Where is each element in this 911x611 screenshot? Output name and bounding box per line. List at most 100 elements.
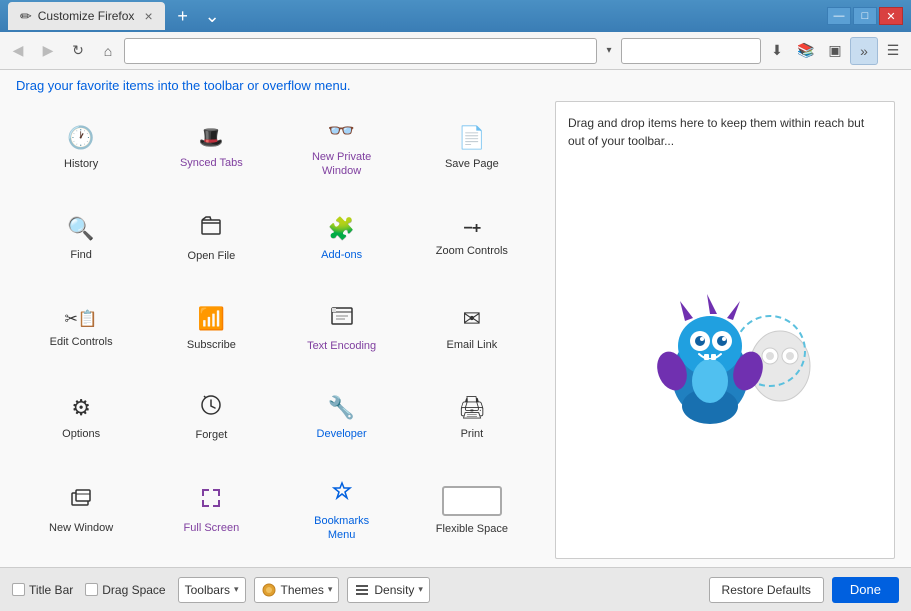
text-encoding-icon bbox=[331, 305, 353, 333]
home-button[interactable]: ⌂ bbox=[94, 37, 122, 65]
grid-item-edit-controls[interactable]: ✂📋 Edit Controls bbox=[16, 284, 146, 373]
instruction-text: Drag your favorite items into the toolba… bbox=[16, 78, 351, 93]
menu-button[interactable]: ☰ bbox=[879, 37, 907, 65]
themes-label: Themes bbox=[281, 583, 324, 597]
themes-dropdown[interactable]: Themes ▾ bbox=[254, 577, 340, 603]
density-label: Density bbox=[374, 583, 414, 597]
grid-item-zoom-controls[interactable]: −+ Zoom Controls bbox=[407, 195, 537, 284]
history-icon: 🕐 bbox=[67, 125, 94, 151]
grid-item-history[interactable]: 🕐 History bbox=[16, 101, 146, 195]
downloads-button[interactable]: ⬇ bbox=[763, 37, 791, 65]
grid-item-save-page[interactable]: 📄 Save Page bbox=[407, 101, 537, 195]
title-bar-label: Title Bar bbox=[29, 583, 73, 597]
add-ons-icon: 🧩 bbox=[328, 216, 355, 242]
edit-controls-label: Edit Controls bbox=[50, 335, 113, 349]
bookmarks-menu-label: BookmarksMenu bbox=[314, 514, 369, 543]
open-file-icon bbox=[200, 215, 222, 243]
add-ons-label: Add-ons bbox=[321, 248, 362, 262]
flexible-space-label: Flexible Space bbox=[436, 522, 508, 536]
find-label: Find bbox=[70, 248, 91, 262]
drag-space-checkbox-group: Drag Space bbox=[85, 583, 165, 597]
restore-defaults-button[interactable]: Restore Defaults bbox=[709, 577, 824, 603]
grid-item-open-file[interactable]: Open File bbox=[146, 195, 276, 284]
new-private-window-icon: 👓 bbox=[328, 118, 355, 144]
title-bar-checkbox[interactable] bbox=[12, 583, 25, 596]
search-input[interactable] bbox=[621, 38, 761, 64]
new-window-icon bbox=[70, 487, 92, 515]
items-grid: 🕐 History 🎩 Synced Tabs 👓 New PrivateWin… bbox=[16, 101, 539, 559]
done-button[interactable]: Done bbox=[832, 577, 899, 603]
bottom-bar: Title Bar Drag Space Toolbars ▾ Themes ▾… bbox=[0, 567, 911, 611]
close-button[interactable]: ✕ bbox=[879, 7, 903, 25]
developer-icon: 🔧 bbox=[328, 395, 355, 421]
customize-header: Drag your favorite items into the toolba… bbox=[0, 70, 911, 101]
overflow-button[interactable]: » bbox=[850, 37, 878, 65]
title-bar-checkbox-group: Title Bar bbox=[12, 583, 73, 597]
search-container: 🔍 bbox=[621, 38, 761, 64]
themes-icon bbox=[261, 582, 277, 598]
email-link-icon: ✉ bbox=[463, 306, 481, 332]
refresh-button[interactable]: ↻ bbox=[64, 37, 92, 65]
tab-dropdown-button[interactable]: ⌄ bbox=[205, 6, 220, 27]
back-button[interactable]: ◀ bbox=[4, 37, 32, 65]
grid-item-flexible-space[interactable]: Flexible Space bbox=[407, 463, 537, 559]
density-icon bbox=[354, 582, 370, 598]
url-bar[interactable] bbox=[124, 38, 597, 64]
find-icon: 🔍 bbox=[67, 216, 94, 242]
grid-item-full-screen[interactable]: Full Screen bbox=[146, 463, 276, 559]
density-dropdown-arrow: ▾ bbox=[418, 584, 423, 595]
grid-item-subscribe[interactable]: 📶 Subscribe bbox=[146, 284, 276, 373]
toolbars-label: Toolbars bbox=[185, 583, 230, 597]
drop-panel-text: Drag and drop items here to keep them wi… bbox=[568, 114, 882, 150]
grid-item-forget[interactable]: Forget bbox=[146, 374, 276, 463]
developer-label: Developer bbox=[317, 427, 367, 441]
nav-bar: ◀ ▶ ↻ ⌂ ▾ 🔍 ⬇ 📚 ▣ » ☰ bbox=[0, 32, 911, 70]
zoom-controls-icon: −+ bbox=[464, 220, 481, 238]
tab-title: Customize Firefox bbox=[38, 9, 135, 23]
flexible-space-box bbox=[442, 486, 502, 516]
bookmarks-button[interactable]: 📚 bbox=[792, 37, 820, 65]
grid-item-email-link[interactable]: ✉ Email Link bbox=[407, 284, 537, 373]
grid-item-bookmarks-menu[interactable]: BookmarksMenu bbox=[277, 463, 407, 559]
grid-item-add-ons[interactable]: 🧩 Add-ons bbox=[277, 195, 407, 284]
toolbars-dropdown-arrow: ▾ bbox=[234, 584, 239, 595]
new-window-label: New Window bbox=[49, 521, 113, 535]
reader-view-button[interactable]: ▣ bbox=[821, 37, 849, 65]
title-bar: ✏ Customize Firefox × + ⌄ — □ ✕ bbox=[0, 0, 911, 32]
drag-space-label: Drag Space bbox=[102, 583, 165, 597]
minimize-button[interactable]: — bbox=[827, 7, 851, 25]
toolbar-icons: ⬇ 📚 ▣ » ☰ bbox=[763, 37, 907, 65]
drop-panel: Drag and drop items here to keep them wi… bbox=[555, 101, 895, 559]
save-page-label: Save Page bbox=[445, 157, 499, 171]
content-area: 🕐 History 🎩 Synced Tabs 👓 New PrivateWin… bbox=[0, 101, 911, 567]
save-page-icon: 📄 bbox=[458, 125, 485, 151]
grid-item-new-window[interactable]: New Window bbox=[16, 463, 146, 559]
maximize-button[interactable]: □ bbox=[853, 7, 877, 25]
mascot-area bbox=[625, 166, 825, 546]
history-label: History bbox=[64, 157, 98, 171]
synced-tabs-icon: 🎩 bbox=[199, 125, 224, 150]
url-dropdown-button[interactable]: ▾ bbox=[599, 38, 619, 64]
print-icon: 🖨 bbox=[458, 395, 486, 421]
browser-tab[interactable]: ✏ Customize Firefox × bbox=[8, 2, 165, 30]
grid-item-print[interactable]: 🖨 Print bbox=[407, 374, 537, 463]
forward-button[interactable]: ▶ bbox=[34, 37, 62, 65]
items-panel: 🕐 History 🎩 Synced Tabs 👓 New PrivateWin… bbox=[16, 101, 539, 559]
themes-dropdown-arrow: ▾ bbox=[328, 584, 333, 595]
title-bar-left: ✏ Customize Firefox × + ⌄ bbox=[8, 2, 827, 30]
forget-icon bbox=[200, 394, 222, 422]
grid-item-developer[interactable]: 🔧 Developer bbox=[277, 374, 407, 463]
grid-item-find[interactable]: 🔍 Find bbox=[16, 195, 146, 284]
density-dropdown[interactable]: Density ▾ bbox=[347, 577, 430, 603]
new-tab-button[interactable]: + bbox=[171, 4, 195, 28]
tab-close-button[interactable]: × bbox=[144, 8, 152, 24]
options-icon: ⚙ bbox=[71, 395, 91, 421]
drag-space-checkbox[interactable] bbox=[85, 583, 98, 596]
grid-item-options[interactable]: ⚙ Options bbox=[16, 374, 146, 463]
email-link-label: Email Link bbox=[447, 338, 498, 352]
grid-item-synced-tabs[interactable]: 🎩 Synced Tabs bbox=[146, 101, 276, 195]
toolbars-dropdown[interactable]: Toolbars ▾ bbox=[178, 577, 246, 603]
main-content: Drag your favorite items into the toolba… bbox=[0, 70, 911, 567]
grid-item-text-encoding[interactable]: Text Encoding bbox=[277, 284, 407, 373]
grid-item-new-private-window[interactable]: 👓 New PrivateWindow bbox=[277, 101, 407, 195]
